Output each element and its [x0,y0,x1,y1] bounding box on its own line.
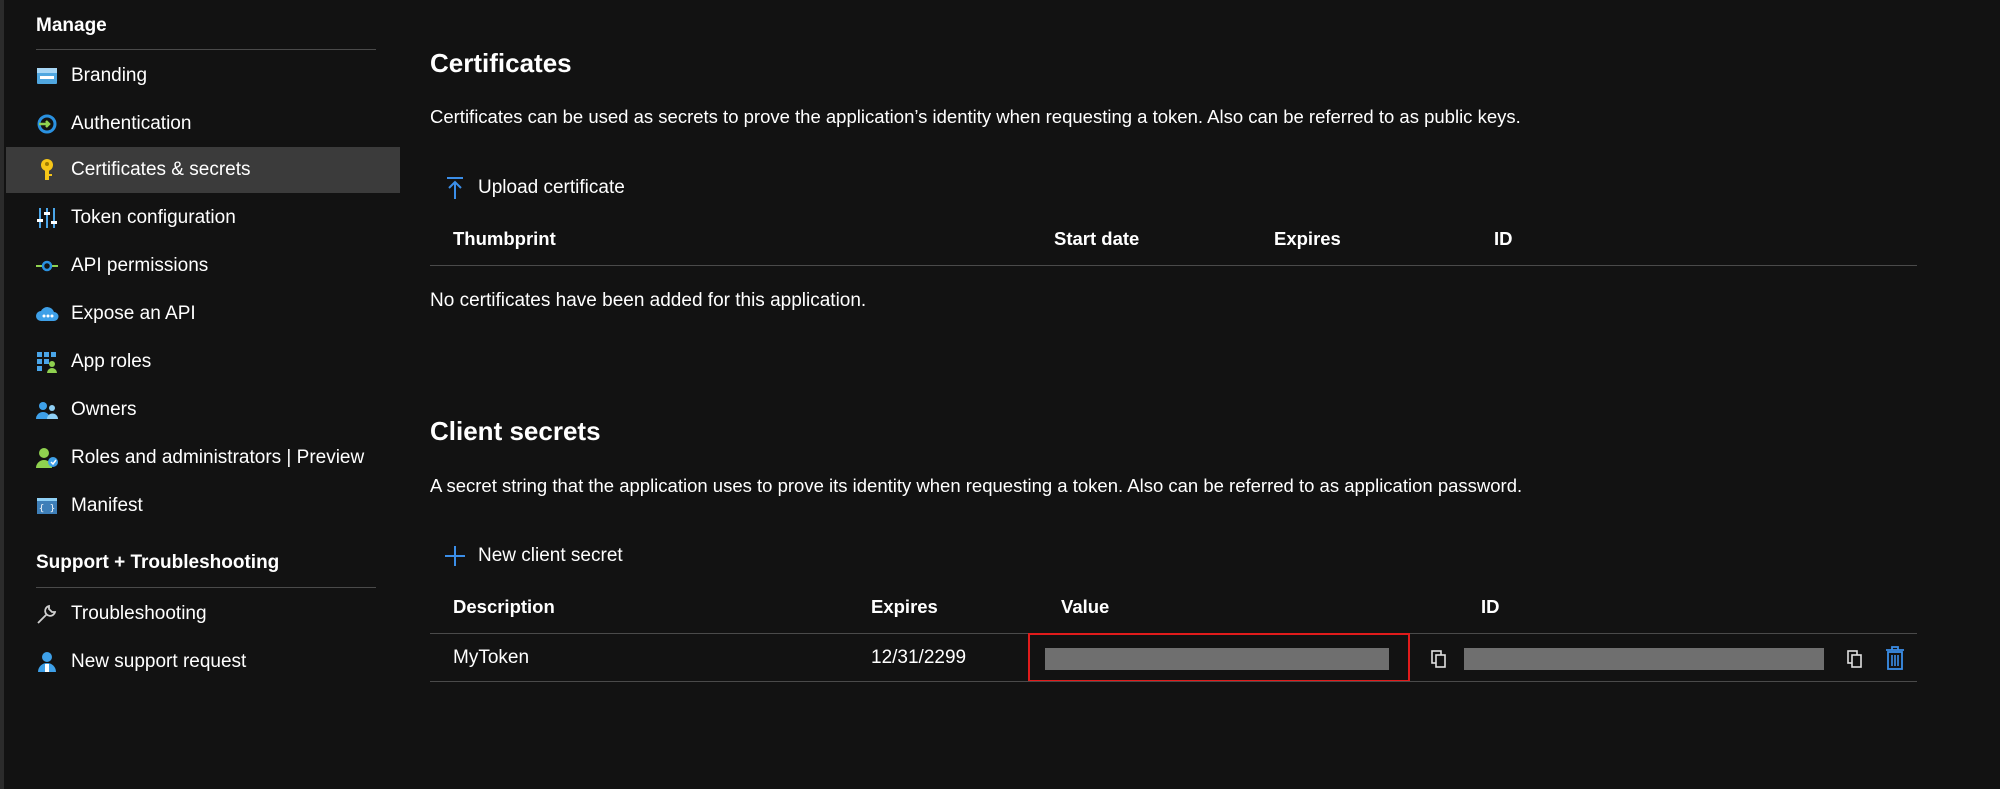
delete-icon[interactable] [1882,645,1908,671]
sidebar-item-api-permissions[interactable]: API permissions [6,243,400,289]
sidebar-item-label: Authentication [71,113,192,134]
sidebar-item-manifest[interactable]: { } Manifest [6,483,400,529]
table-divider [430,681,1917,682]
column-header-expires[interactable]: Expires [1274,228,1341,250]
column-header-start-date[interactable]: Start date [1054,228,1139,250]
manage-section-title: Manage [36,15,107,36]
sidebar-item-troubleshooting[interactable]: Troubleshooting [6,591,400,637]
sidebar-item-new-support-request[interactable]: New support request [6,639,400,685]
wrench-icon [35,602,59,626]
sidebar-item-label: New support request [71,651,247,672]
sidebar-item-label: Expose an API [71,303,196,324]
sidebar-nav: Manage Branding Authentication Certifica… [6,0,400,789]
new-client-secret-label: New client secret [478,545,623,566]
app-roles-icon [35,350,59,374]
support-section-title: Support + Troubleshooting [36,552,280,573]
certificates-heading: Certificates [430,48,572,78]
upload-certificate-label: Upload certificate [478,177,625,198]
divider [36,587,376,588]
branding-icon [35,64,59,88]
manifest-icon: { } [35,494,59,518]
owners-icon [35,398,59,422]
column-header-id[interactable]: ID [1481,596,1500,618]
secret-id-redacted [1464,648,1824,670]
copy-id-icon[interactable] [1842,646,1868,672]
cloud-icon [35,302,59,326]
upload-icon [440,173,470,203]
sidebar-item-expose-an-api[interactable]: Expose an API [6,291,400,337]
authentication-icon [35,112,59,136]
client-secrets-heading: Client secrets [430,416,601,446]
secret-expires: 12/31/2299 [871,647,967,668]
key-icon [35,158,59,182]
new-client-secret-button[interactable]: New client secret [440,536,623,576]
sidebar-item-label: Branding [71,65,148,86]
sidebar-item-owners[interactable]: Owners [6,387,400,433]
sidebar-item-label: Roles and administrators | Preview [71,447,365,468]
column-header-description[interactable]: Description [453,596,555,618]
window-edge [0,0,4,789]
sidebar-item-label: Owners [71,399,137,420]
plus-icon [440,541,470,571]
sidebar-item-label: Manifest [71,495,143,516]
copy-value-icon[interactable] [1426,646,1452,672]
column-header-value[interactable]: Value [1061,596,1109,618]
sidebar-item-label: App roles [71,351,152,372]
secret-description: MyToken [453,647,530,668]
column-header-expires[interactable]: Expires [871,596,938,618]
svg-text:{ }: { } [39,504,55,514]
secret-value-redacted [1045,648,1389,670]
sidebar-item-label: API permissions [71,255,209,276]
sidebar-item-token-configuration[interactable]: Token configuration [6,195,400,241]
table-divider [430,265,1917,266]
column-header-id[interactable]: ID [1494,228,1513,250]
upload-certificate-button[interactable]: Upload certificate [440,168,625,208]
column-header-thumbprint[interactable]: Thumbprint [453,228,556,250]
roles-admin-icon [35,446,59,470]
support-person-icon [35,650,59,674]
sidebar-item-label: Token configuration [71,207,236,228]
sidebar-item-roles-and-administrators[interactable]: Roles and administrators | Preview [6,435,400,481]
sidebar-item-label: Troubleshooting [71,603,207,624]
sidebar-item-certificates-secrets[interactable]: Certificates & secrets [6,147,400,193]
certificates-description: Certificates can be used as secrets to p… [430,106,1521,127]
divider [36,49,376,50]
token-config-icon [35,206,59,230]
api-permissions-icon [35,254,59,278]
main-content: Certificates Certificates can be used as… [430,0,1920,789]
sidebar-item-authentication[interactable]: Authentication [6,101,400,147]
sidebar-item-app-roles[interactable]: App roles [6,339,400,385]
sidebar-item-label: Certificates & secrets [71,159,251,180]
sidebar-item-branding[interactable]: Branding [6,53,400,99]
client-secrets-description: A secret string that the application use… [430,475,1523,496]
certificates-empty-message: No certificates have been added for this… [430,290,867,311]
